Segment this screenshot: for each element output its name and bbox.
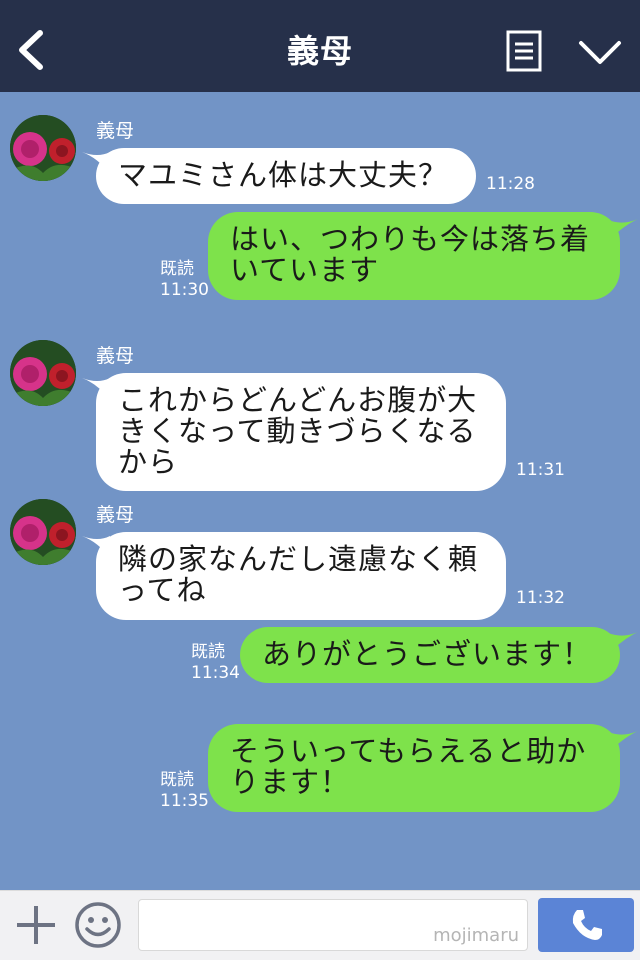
notes-menu-icon[interactable] <box>506 30 542 72</box>
rose-avatar-icon <box>10 115 76 181</box>
message-time: 11:31 <box>516 460 565 480</box>
message-bubble-incoming[interactable]: マユミさん体は大丈夫？ <box>96 148 476 204</box>
message-text-line: ります！ <box>230 765 351 799</box>
chevron-down-icon[interactable] <box>578 38 622 68</box>
sender-name: 義母 <box>96 120 135 142</box>
message-time: 11:32 <box>516 588 565 608</box>
avatar[interactable] <box>10 115 76 181</box>
rose-avatar-icon <box>10 340 76 406</box>
bubble-tail-icon <box>608 730 640 754</box>
message-time: 11:35 <box>160 791 209 811</box>
read-receipt: 既読 <box>191 642 225 662</box>
message-text-line: マユミさん体は大丈夫？ <box>118 158 449 192</box>
message-time: 11:28 <box>486 174 535 194</box>
rose-avatar-icon <box>10 499 76 565</box>
smile-icon[interactable] <box>74 901 122 949</box>
message-text-line: ありがとうございます！ <box>262 637 593 671</box>
bubble-tail-icon <box>608 218 640 242</box>
message-time: 11:34 <box>191 663 240 683</box>
message-bubble-incoming[interactable]: これからどんどんお腹が大 きくなって動きづらくなる から <box>96 373 506 491</box>
read-receipt: 既読 <box>160 259 194 279</box>
chat-title: 義母 <box>286 32 353 70</box>
message-text-line: 隣の家なんだし遠慮なく頼 <box>118 542 479 576</box>
message-bubble-outgoing[interactable]: そういってもらえると助か ります！ <box>208 724 620 812</box>
call-button[interactable] <box>538 898 634 952</box>
avatar[interactable] <box>10 499 76 565</box>
sender-name: 義母 <box>96 504 135 526</box>
bubble-tail-icon <box>608 631 640 655</box>
watermark-text: mojimaru <box>433 925 519 946</box>
message-text-line: きくなって動きづらくなる <box>118 414 477 448</box>
message-bubble-incoming[interactable]: 隣の家なんだし遠慮なく頼 ってね <box>96 532 506 620</box>
message-list[interactable]: 義母 マユミさん体は大丈夫？ 11:28 既読 11:30 はい、つわりも今は落… <box>0 92 640 890</box>
sender-name: 義母 <box>96 345 135 367</box>
message-input[interactable]: mojimaru <box>138 899 528 951</box>
message-text-line: いています <box>230 253 380 287</box>
read-receipt: 既読 <box>160 770 194 790</box>
message-time: 11:30 <box>160 280 209 300</box>
message-bubble-outgoing[interactable]: はい、つわりも今は落ち着 いています <box>208 212 620 300</box>
message-text-line: から <box>118 445 179 479</box>
message-text-line: はい、つわりも今は落ち着 <box>230 222 591 256</box>
message-text-line: ってね <box>118 573 207 607</box>
message-bubble-outgoing[interactable]: ありがとうございます！ <box>240 627 620 683</box>
input-bar: mojimaru <box>0 890 640 960</box>
plus-icon[interactable] <box>14 903 58 947</box>
phone-icon <box>572 910 602 940</box>
message-text-line: そういってもらえると助か <box>230 734 587 768</box>
avatar[interactable] <box>10 340 76 406</box>
message-text-line: これからどんどんお腹が大 <box>118 383 478 417</box>
chat-header: 義母 <box>0 0 640 92</box>
